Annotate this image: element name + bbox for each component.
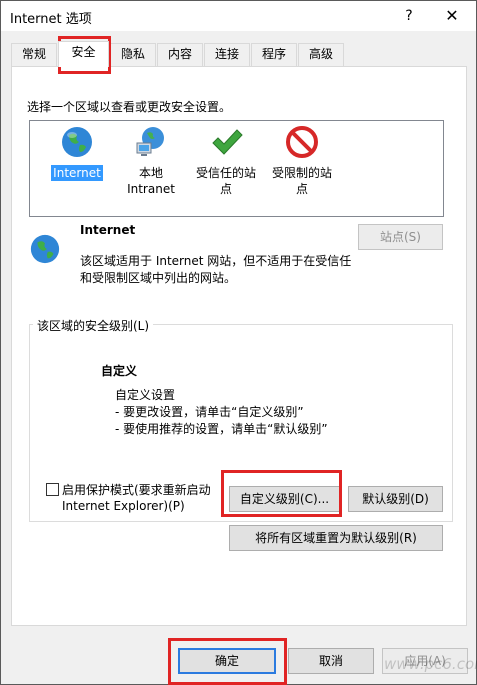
- globe-icon: [60, 125, 94, 159]
- tab-advanced[interactable]: 高级: [298, 43, 344, 66]
- security-level-line2: - 要更改设置，请单击“自定义级别”: [115, 405, 304, 419]
- zone-trusted-sites[interactable]: 受信任的站 点: [187, 121, 265, 197]
- zone-description-line1: 该区域适用于 Internet 网站，但不适用于在受信任: [80, 254, 352, 268]
- no-entry-icon: [285, 125, 319, 159]
- zone-instruction: 选择一个区域以查看或更改安全设置。: [27, 100, 232, 114]
- selected-zone-globe-icon: [29, 233, 61, 265]
- tab-content[interactable]: 内容: [157, 43, 203, 66]
- security-level-name: 自定义: [101, 364, 138, 378]
- selected-zone-name: Internet: [80, 223, 136, 237]
- close-button[interactable]: ✕: [441, 5, 463, 27]
- zone-label-2: Intranet: [127, 182, 175, 196]
- zone-list[interactable]: Internet 本地 Intranet 受信任的站 点 受限制的站 点: [29, 120, 444, 217]
- protected-mode-checkbox[interactable]: [46, 483, 59, 496]
- protected-mode-label-line2: Internet Explorer)(P): [62, 499, 185, 513]
- zone-label: 受信任的站: [195, 166, 256, 180]
- default-level-button[interactable]: 默认级别(D): [348, 486, 443, 512]
- tab-privacy[interactable]: 隐私: [110, 43, 156, 66]
- title-bar: Internet 选项 ? ✕: [1, 1, 476, 31]
- custom-level-button[interactable]: 自定义级别(C)...: [229, 486, 340, 512]
- zone-local-intranet[interactable]: 本地 Intranet: [112, 121, 190, 197]
- intranet-globe-icon: [134, 125, 168, 159]
- tab-security[interactable]: 安全: [58, 41, 109, 67]
- cancel-button[interactable]: 取消: [288, 648, 374, 674]
- zone-label: Internet: [51, 165, 103, 181]
- tab-general[interactable]: 常规: [11, 43, 57, 66]
- protected-mode-label-line1: 启用保护模式(要求重新启动: [62, 483, 211, 497]
- security-panel: 选择一个区域以查看或更改安全设置。 Internet 本地 Intranet 受…: [11, 66, 467, 626]
- tab-programs[interactable]: 程序: [251, 43, 297, 66]
- zone-description-line2: 和受限制区域中列出的网站。: [80, 271, 237, 285]
- sites-button[interactable]: 站点(S): [358, 224, 443, 250]
- security-level-line1: 自定义设置: [115, 388, 176, 402]
- zone-label-2: 点: [219, 182, 232, 196]
- security-level-group-title: 该区域的安全级别(L): [33, 317, 154, 334]
- help-button[interactable]: ?: [398, 5, 420, 27]
- reset-all-zones-button[interactable]: 将所有区域重置为默认级别(R): [229, 525, 443, 551]
- zone-internet[interactable]: Internet: [38, 121, 116, 181]
- ok-button[interactable]: 确定: [178, 648, 276, 674]
- window-title: Internet 选项: [10, 12, 92, 27]
- internet-options-dialog: Internet 选项 ? ✕ 常规 安全 隐私 内容 连接 程序 高级 选择一…: [0, 0, 477, 685]
- zone-label-2: 点: [295, 182, 308, 196]
- tab-connections[interactable]: 连接: [204, 43, 250, 66]
- checkmark-icon: [209, 125, 243, 159]
- zone-restricted-sites[interactable]: 受限制的站 点: [263, 121, 341, 197]
- zone-label: 受限制的站: [271, 166, 332, 180]
- zone-label: 本地: [138, 166, 163, 180]
- watermark-text: www.pc6.com: [384, 655, 477, 673]
- security-level-line3: - 要使用推荐的设置，请单击“默认级别”: [115, 422, 328, 436]
